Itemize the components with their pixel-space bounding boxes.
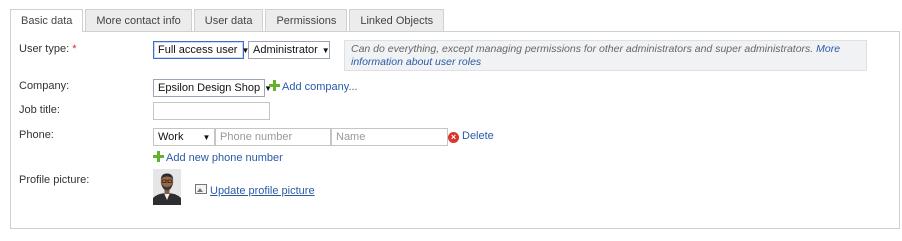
- phone-label: Phone:: [19, 129, 54, 141]
- user-access-select[interactable]: Full access user ▼: [153, 41, 249, 59]
- add-phone-number-button[interactable]: Add new phone number: [153, 151, 283, 164]
- avatar: [153, 169, 181, 205]
- delete-label: Delete: [462, 130, 494, 142]
- add-phone-label: Add new phone number: [166, 152, 283, 164]
- delete-phone-button[interactable]: × Delete: [448, 130, 494, 143]
- user-role-value: Administrator: [253, 44, 318, 56]
- phone-type-value: Work: [158, 131, 184, 143]
- tab-more-contact-info[interactable]: More contact info: [85, 9, 192, 31]
- basic-data-panel: User type: * Full access user ▼ Administr…: [10, 31, 900, 229]
- caret-down-icon: ▼: [321, 46, 330, 55]
- user-type-label: User type:: [19, 43, 70, 55]
- tab-linked-objects[interactable]: Linked Objects: [349, 9, 445, 31]
- caret-down-icon: ▼: [202, 133, 211, 142]
- avatar-photo: [153, 169, 181, 205]
- tab-permissions[interactable]: Permissions: [265, 9, 348, 31]
- phone-name-input[interactable]: Name: [331, 128, 448, 146]
- user-role-hint: Can do everything, except managing permi…: [344, 40, 867, 71]
- hint-text: Can do everything, except managing permi…: [351, 43, 814, 55]
- phone-type-select[interactable]: Work ▼: [153, 128, 215, 146]
- plus-icon: [153, 151, 164, 162]
- phone-number-input[interactable]: Phone number: [215, 128, 331, 146]
- job-title-input[interactable]: [153, 102, 270, 120]
- image-icon: [195, 184, 207, 194]
- user-access-value: Full access user: [158, 44, 238, 56]
- update-profile-picture-label: Update profile picture: [210, 185, 315, 197]
- add-company-label: Add company...: [282, 81, 358, 93]
- company-value: Epsilon Design Shop: [158, 82, 261, 94]
- profile-picture-label: Profile picture:: [19, 174, 90, 186]
- plus-icon: [269, 80, 280, 91]
- job-title-label: Job title:: [19, 104, 60, 116]
- company-label: Company:: [19, 80, 70, 92]
- tab-user-data[interactable]: User data: [193, 9, 264, 31]
- company-select[interactable]: Epsilon Design Shop ▼: [153, 79, 272, 97]
- update-profile-picture-button[interactable]: Update profile picture: [195, 184, 315, 197]
- tab-bar: Basic data More contact info User data P…: [10, 9, 446, 32]
- required-marker: *: [72, 43, 77, 55]
- user-role-select[interactable]: Administrator ▼: [248, 41, 330, 59]
- add-company-button[interactable]: Add company...: [269, 80, 358, 93]
- delete-circle-icon: ×: [448, 132, 459, 143]
- tab-basic-data[interactable]: Basic data: [10, 9, 84, 32]
- user-type-label-row: User type: *: [19, 43, 76, 55]
